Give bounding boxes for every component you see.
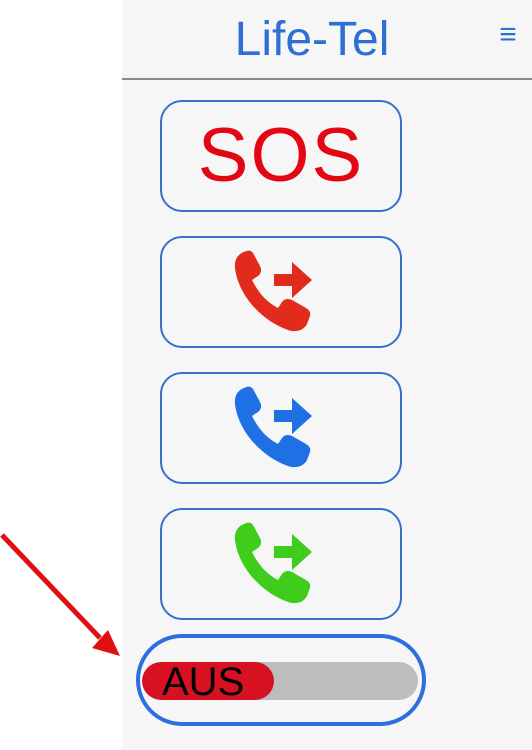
toggle-label: AUS bbox=[162, 660, 245, 704]
app-title: Life-Tel bbox=[234, 13, 390, 66]
phone-forward-icon bbox=[234, 522, 312, 604]
hamburger-menu-icon[interactable]: ≡ bbox=[494, 20, 522, 50]
sos-label: SOS bbox=[197, 113, 365, 198]
app-screen: Life-Tel ≡ SOS AUS bbox=[0, 0, 532, 750]
header-bar: Life-Tel ≡ bbox=[122, 0, 532, 80]
phone-forward-icon bbox=[234, 250, 312, 332]
aus-toggle[interactable]: AUS bbox=[136, 634, 426, 726]
call-button-blue[interactable] bbox=[160, 372, 402, 484]
phone-forward-icon bbox=[234, 386, 312, 468]
call-button-red[interactable] bbox=[160, 236, 402, 348]
call-button-green[interactable] bbox=[160, 508, 402, 620]
sos-button[interactable]: SOS bbox=[160, 100, 402, 212]
